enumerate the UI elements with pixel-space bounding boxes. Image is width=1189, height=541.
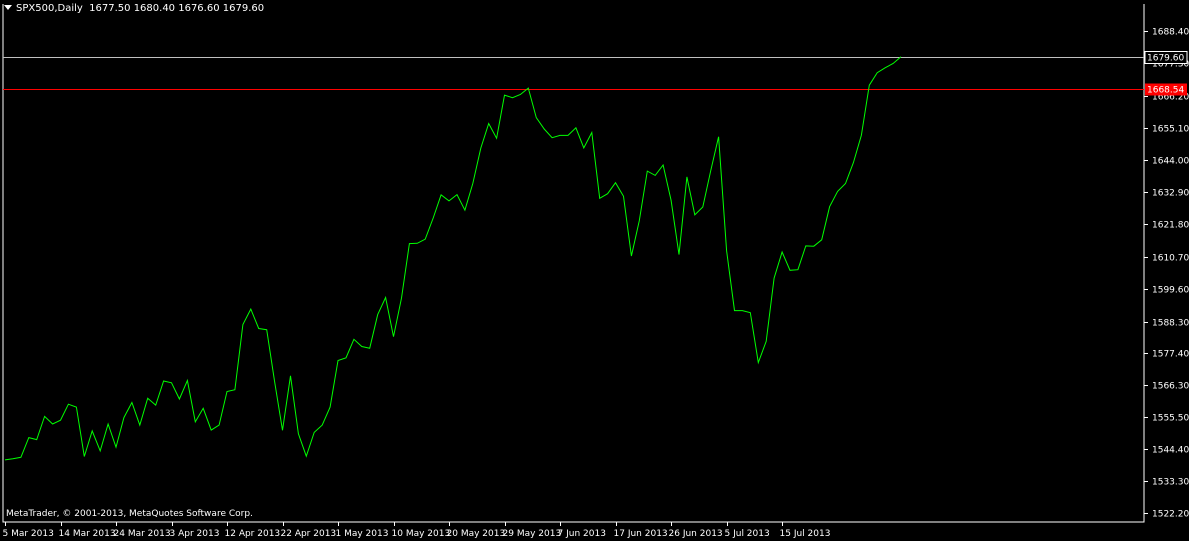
x-tick-label: 24 Mar 2013 [114, 529, 171, 539]
x-tick-label: 29 May 2013 [503, 529, 562, 539]
y-tick-label: 1544.40 [1152, 446, 1189, 456]
y-tick-label: 1632.90 [1152, 189, 1189, 199]
y-tick-label: 1533.30 [1152, 478, 1189, 488]
plot-frame [2, 4, 1145, 523]
bid-price-label: 1679.60 [1147, 54, 1184, 64]
y-tick-label: 1655.10 [1152, 125, 1189, 135]
x-tick-label: 1 May 2013 [336, 529, 389, 539]
level-price-label: 1668.54 [1147, 86, 1184, 96]
y-tick-label: 1688.40 [1152, 28, 1189, 38]
y-tick-label: 1566.30 [1152, 382, 1189, 392]
x-tick-label: 12 Apr 2013 [225, 529, 281, 539]
y-tick-label: 1644.00 [1152, 157, 1189, 167]
price-chart[interactable]: 1688.401677.301666.201655.101644.001632.… [0, 0, 1189, 541]
x-tick-label: 15 Jul 2013 [780, 529, 831, 539]
y-tick-label: 1599.60 [1152, 286, 1189, 296]
x-tick-label: 5 Mar 2013 [3, 529, 54, 539]
x-tick-label: 20 May 2013 [447, 529, 506, 539]
copyright-text: MetaTrader, © 2001-2013, MetaQuotes Soft… [6, 509, 253, 519]
x-tick-label: 22 Apr 2013 [281, 529, 337, 539]
y-tick-label: 1522.20 [1152, 510, 1189, 520]
y-tick-label: 1621.80 [1152, 221, 1189, 231]
price-series-line [4, 56, 902, 461]
x-tick-label: 5 Jul 2013 [725, 529, 770, 539]
x-tick-label: 3 Apr 2013 [170, 529, 220, 539]
y-tick-label: 1555.50 [1152, 414, 1189, 424]
x-tick-label: 10 May 2013 [392, 529, 451, 539]
x-tick-label: 7 Jun 2013 [558, 529, 606, 539]
y-tick-label: 1588.30 [1152, 319, 1189, 329]
x-tick-label: 14 Mar 2013 [59, 529, 116, 539]
x-tick-label: 26 Jun 2013 [669, 529, 723, 539]
y-tick-label: 1610.70 [1152, 254, 1189, 264]
y-tick-label: 1577.40 [1152, 350, 1189, 360]
x-tick-label: 17 Jun 2013 [614, 529, 668, 539]
